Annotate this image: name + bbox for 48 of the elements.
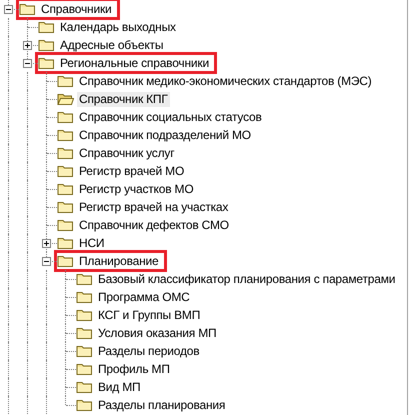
folder-icon (76, 362, 93, 376)
tree-item[interactable]: Условия оказания МП (96, 326, 218, 340)
folder-icon (76, 326, 93, 340)
folder-icon (76, 380, 93, 394)
folder-icon (76, 398, 93, 412)
collapse-icon[interactable] (42, 257, 51, 266)
folder-icon (76, 344, 93, 358)
folder-icon (19, 2, 36, 16)
folder-icon (57, 182, 74, 196)
expand-icon[interactable] (23, 41, 32, 50)
folder-icon (57, 218, 74, 232)
tree-item[interactable]: Адресные объекты (58, 38, 166, 52)
folder-icon (57, 254, 74, 268)
tree-item[interactable]: Справочник медико-экономических стандартов (МЭС) (77, 74, 374, 88)
folder-icon (57, 236, 74, 250)
tree-item[interactable]: Программа ОМС (96, 290, 192, 304)
folder-icon (57, 110, 74, 124)
folder-icon (38, 56, 55, 70)
collapse-icon[interactable] (23, 59, 32, 68)
folder-icon (57, 74, 74, 88)
folder-icon (38, 20, 55, 34)
folder-icon (57, 128, 74, 142)
open-folder-icon (57, 92, 74, 106)
folder-icon (76, 290, 93, 304)
tree-item[interactable]: Справочник подразделений МО (77, 128, 253, 142)
tree-item[interactable]: Справочник социальных статусов (77, 110, 264, 124)
tree-item[interactable]: НСИ (77, 236, 106, 250)
folder-icon (57, 146, 74, 160)
tree-item[interactable]: Справочник дефектов СМО (77, 218, 231, 232)
tree-item[interactable]: Вид МП (96, 380, 142, 394)
folder-icon (38, 38, 55, 52)
folder-icon (76, 308, 93, 322)
tree-item[interactable]: КСГ и Группы ВМП (96, 308, 202, 322)
tree-item[interactable]: Регистр врачей на участках (77, 200, 230, 214)
tree-item[interactable]: Регистр врачей МО (77, 164, 186, 178)
tree-item[interactable]: Регистр участков МО (77, 182, 196, 196)
folder-icon (57, 200, 74, 214)
expand-icon[interactable] (42, 239, 51, 248)
tree-item[interactable]: Разделы периодов (96, 344, 202, 358)
tree-item[interactable]: Справочник услуг (77, 146, 176, 160)
collapse-icon[interactable] (4, 5, 13, 14)
tree-item[interactable]: Справочник КПГ (77, 92, 170, 106)
tree-item[interactable]: Календарь выходных (58, 20, 178, 34)
tree-item[interactable]: Разделы планирования (96, 398, 228, 412)
folder-icon (76, 272, 93, 286)
tree-item[interactable]: Профиль МП (96, 362, 172, 376)
folder-icon (57, 164, 74, 178)
tree-item[interactable]: Базовый классификатор планирования с параметрами (96, 272, 398, 286)
